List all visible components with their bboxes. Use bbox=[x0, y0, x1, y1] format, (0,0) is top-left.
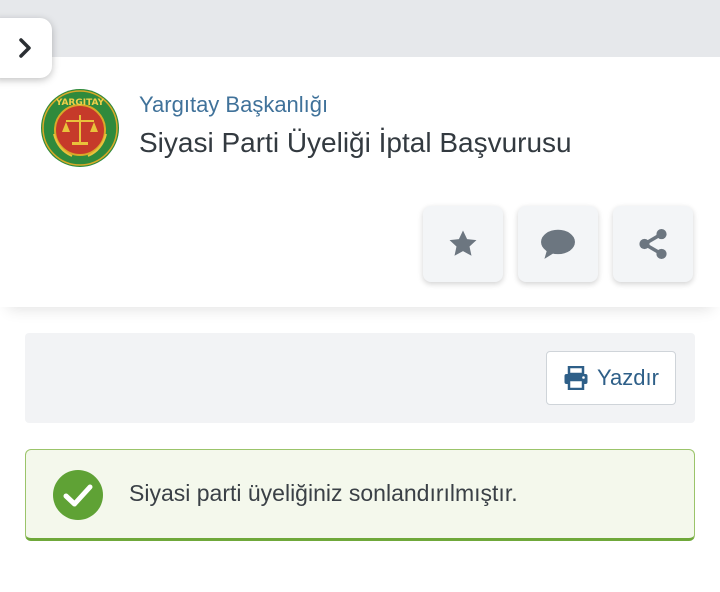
star-icon bbox=[449, 230, 477, 256]
printer-icon bbox=[564, 366, 588, 390]
alert-message: Siyasi parti üyeliğiniz sonlandırılmıştı… bbox=[129, 480, 518, 506]
favorite-button[interactable] bbox=[423, 206, 503, 282]
sidebar-toggle-button[interactable] bbox=[0, 18, 52, 78]
yargitay-seal-icon: YARGITAY bbox=[41, 89, 119, 167]
check-circle-icon bbox=[53, 470, 103, 520]
chevron-right-icon bbox=[19, 38, 31, 58]
share-button[interactable] bbox=[613, 206, 693, 282]
yargitay-logo: YARGITAY bbox=[40, 88, 120, 168]
print-button-label: Yazdır bbox=[597, 365, 659, 390]
share-icon bbox=[639, 228, 667, 260]
comment-icon bbox=[541, 229, 575, 259]
comment-button[interactable] bbox=[518, 206, 598, 282]
institution-name[interactable]: Yargıtay Başkanlığı bbox=[139, 92, 328, 118]
svg-text:YARGITAY: YARGITAY bbox=[55, 98, 105, 108]
top-bar bbox=[0, 0, 720, 57]
print-toolbar: Yazdır bbox=[25, 333, 695, 423]
page-title: Siyasi Parti Üyeliği İptal Başvurusu bbox=[139, 127, 572, 158]
success-alert: Siyasi parti üyeliğiniz sonlandırılmıştı… bbox=[25, 449, 695, 541]
print-button[interactable]: Yazdır bbox=[546, 351, 676, 405]
